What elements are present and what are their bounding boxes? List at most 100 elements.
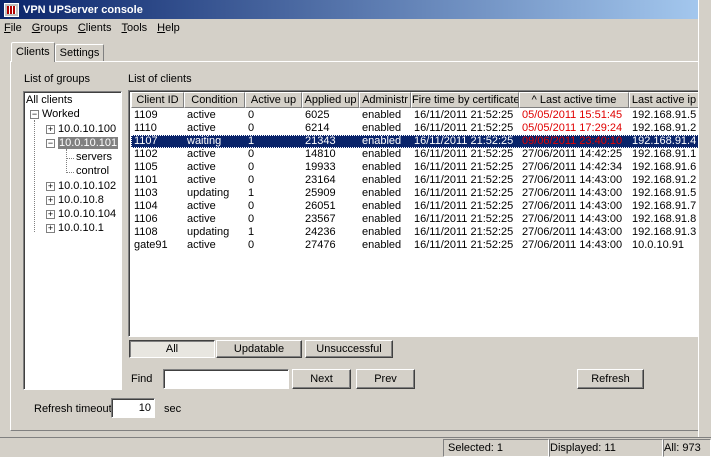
cell-fire-time: 16/11/2011 21:52:25: [414, 200, 514, 212]
column-header-client-id[interactable]: Client ID: [131, 92, 184, 108]
groups-tree[interactable]: All clients − Worked + 10.0.10.100 − 10.…: [23, 91, 122, 390]
cell-client-id: 1103: [134, 187, 158, 199]
table-row[interactable]: 1103 updating 1 25909 enabled 16/11/2011 21:5…: [131, 187, 699, 200]
cell-applied-up: 25909: [305, 187, 336, 199]
filter-updatable-button[interactable]: Updatable: [216, 340, 302, 358]
column-header-active-up[interactable]: Active up: [245, 92, 302, 108]
table-row[interactable]: 1106 active 0 23567 enabled 16/11/2011 21:52:…: [131, 213, 699, 226]
find-label: Find: [131, 373, 153, 385]
window-edge: [698, 0, 711, 437]
cell-fire-time: 16/11/2011 21:52:25: [414, 135, 514, 147]
find-input[interactable]: [163, 369, 289, 389]
cell-condition: active: [187, 122, 216, 134]
tree-node-group-selected[interactable]: 10.0.10.101: [58, 137, 119, 150]
table-row[interactable]: 1104 active 0 26051 enabled 16/11/2011 21:52:…: [131, 200, 699, 213]
cell-last-active-time: 05/05/2011 17:29:24: [522, 122, 623, 134]
menu-help[interactable]: Help: [157, 22, 180, 34]
menu-tools[interactable]: Tools: [121, 22, 147, 34]
tree-line: [34, 120, 35, 232]
tree-node-control[interactable]: control: [76, 165, 109, 178]
tab-strip: Clients Settings: [11, 42, 105, 62]
tab-clients[interactable]: Clients: [11, 42, 55, 62]
expand-icon[interactable]: +: [46, 210, 55, 219]
find-prev-button[interactable]: Prev: [356, 369, 415, 389]
column-header-condition[interactable]: Condition: [184, 92, 245, 108]
cell-last-active-ip: 192.168.91.2: [632, 174, 697, 186]
tree-node-group[interactable]: 10.0.10.100: [58, 123, 116, 136]
cell-administr: enabled: [362, 161, 402, 173]
expand-icon[interactable]: +: [46, 196, 55, 205]
cell-active-up: 1: [248, 226, 255, 238]
cell-last-active-time: 27/06/2011 14:43:00: [522, 200, 623, 212]
cell-last-active-ip: 192.168.91.7: [632, 200, 697, 212]
expand-icon[interactable]: +: [46, 224, 55, 233]
tree-node-group[interactable]: 10.0.10.104: [58, 208, 116, 221]
status-selected: Selected: 1: [443, 439, 549, 457]
table-row[interactable]: 1105 active 0 19933 enabled 16/11/2011 21:52:…: [131, 161, 699, 174]
table-row[interactable]: 1110 active 0 6214 enabled 16/11/2011 21:52:2…: [131, 122, 699, 135]
cell-administr: enabled: [362, 213, 402, 225]
column-header-administr[interactable]: Administr: [359, 92, 411, 108]
table-row[interactable]: 1109 active 0 6025 enabled 16/11/2011 21:52:2…: [131, 109, 699, 122]
expand-icon[interactable]: +: [46, 125, 55, 134]
cell-fire-time: 16/11/2011 21:52:25: [414, 161, 514, 173]
tree-node-group[interactable]: 10.0.10.8: [58, 194, 104, 207]
cell-active-up: 0: [248, 239, 255, 251]
tree-line: [66, 149, 67, 171]
menu-clients[interactable]: Clients: [78, 22, 112, 34]
collapse-icon[interactable]: −: [46, 139, 55, 148]
cell-administr: enabled: [362, 148, 402, 160]
tree-node-group[interactable]: 10.0.10.102: [58, 180, 116, 193]
cell-fire-time: 16/11/2011 21:52:25: [414, 226, 514, 238]
column-header-applied-up[interactable]: Applied up: [302, 92, 359, 108]
cell-condition: active: [187, 213, 216, 225]
cell-fire-time: 16/11/2011 21:52:25: [414, 213, 514, 225]
tree-node-worked[interactable]: Worked: [42, 108, 80, 121]
cell-condition: active: [187, 161, 216, 173]
column-header-last-active-ip[interactable]: Last active ip: [629, 92, 699, 108]
column-header-last-active-time[interactable]: ^ Last active time: [519, 92, 629, 108]
cell-condition: active: [187, 239, 216, 251]
cell-active-up: 0: [248, 109, 255, 121]
cell-fire-time: 16/11/2011 21:52:25: [414, 187, 514, 199]
refresh-timeout-input[interactable]: [111, 398, 155, 418]
cell-client-id: 1107: [134, 135, 158, 147]
status-all: All: 973: [663, 439, 711, 457]
cell-fire-time: 16/11/2011 21:52:25: [414, 174, 514, 186]
cell-administr: enabled: [362, 187, 402, 199]
table-row[interactable]: 1107 waiting 1 21343 enabled 16/11/2011 21:52…: [131, 135, 699, 148]
menu-groups[interactable]: Groups: [32, 22, 68, 34]
cell-condition: updating: [187, 226, 230, 238]
cell-active-up: 1: [248, 135, 255, 147]
table-row[interactable]: gate91 active 0 27476 enabled 16/11/2011 21:5…: [131, 239, 699, 252]
tree-node-servers[interactable]: servers: [76, 151, 112, 164]
clients-grid-header: Client ID Condition Active up Applied up…: [131, 92, 699, 108]
filter-all-button[interactable]: All: [129, 340, 215, 358]
groups-panel-label: List of groups: [24, 73, 91, 85]
cell-applied-up: 14810: [305, 148, 336, 160]
cell-applied-up: 24236: [305, 226, 336, 238]
cell-administr: enabled: [362, 226, 402, 238]
menu-file[interactable]: File: [4, 22, 22, 34]
column-header-fire-time[interactable]: Fire time by certificate: [411, 92, 519, 108]
cell-client-id: 1108: [134, 226, 158, 238]
refresh-button[interactable]: Refresh: [577, 369, 644, 389]
table-row[interactable]: 1101 active 0 23164 enabled 16/11/2011 21:52:…: [131, 174, 699, 187]
collapse-icon[interactable]: −: [30, 110, 39, 119]
find-next-button[interactable]: Next: [292, 369, 351, 389]
cell-administr: enabled: [362, 122, 402, 134]
cell-applied-up: 19933: [305, 161, 336, 173]
tree-node-all-clients[interactable]: All clients: [26, 94, 72, 107]
cell-last-active-ip: 10.0.10.91: [632, 239, 684, 251]
tree-line: [66, 172, 74, 173]
window-title: VPN UPServer console: [23, 3, 143, 16]
tree-node-group[interactable]: 10.0.10.1: [58, 222, 104, 235]
app-icon: [4, 2, 19, 17]
table-row[interactable]: 1108 updating 1 24236 enabled 16/11/2011 21:5…: [131, 226, 699, 239]
expand-icon[interactable]: +: [46, 182, 55, 191]
cell-condition: active: [187, 148, 216, 160]
cell-fire-time: 16/11/2011 21:52:25: [414, 109, 514, 121]
tab-settings[interactable]: Settings: [54, 44, 105, 62]
filter-unsuccessful-button[interactable]: Unsuccessful: [305, 340, 393, 358]
table-row[interactable]: 1102 active 0 14810 enabled 16/11/2011 21:52:…: [131, 148, 699, 161]
